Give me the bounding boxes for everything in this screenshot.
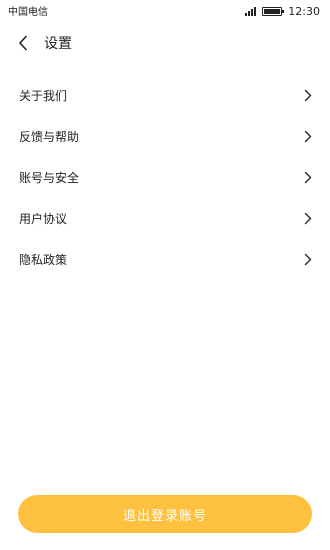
menu-item-label: 反馈与帮助 — [19, 130, 80, 144]
chevron-right-icon — [302, 130, 314, 144]
battery-icon — [262, 6, 285, 16]
menu-item-user-agreement[interactable]: 用户协议 — [0, 198, 330, 239]
menu-item-label: 用户协议 — [19, 212, 68, 226]
menu-item-account-security[interactable]: 账号与安全 — [0, 157, 330, 198]
settings-screen: 中国电信 12:30 设置 关于我们 反馈与帮助 账号与安全 用户协议 隐私政策… — [0, 0, 330, 550]
status-indicators: 12:30 — [245, 4, 320, 18]
signal-icon — [245, 6, 257, 16]
back-button[interactable] — [12, 32, 34, 54]
settings-menu: 关于我们 反馈与帮助 账号与安全 用户协议 隐私政策 — [0, 75, 330, 280]
menu-item-label: 关于我们 — [19, 89, 68, 103]
menu-item-privacy-policy[interactable]: 隐私政策 — [0, 239, 330, 280]
header: 设置 — [0, 28, 330, 58]
status-time: 12:30 — [288, 4, 320, 18]
menu-item-label: 账号与安全 — [19, 171, 80, 185]
menu-item-label: 隐私政策 — [19, 253, 68, 267]
status-bar: 中国电信 12:30 — [0, 0, 330, 22]
chevron-left-icon — [19, 35, 27, 51]
page-title: 设置 — [44, 36, 72, 52]
chevron-right-icon — [302, 89, 314, 103]
chevron-right-icon — [302, 212, 314, 226]
chevron-right-icon — [302, 253, 314, 267]
menu-item-about-us[interactable]: 关于我们 — [0, 75, 330, 116]
carrier-name: 中国电信 — [8, 7, 48, 18]
menu-item-feedback-help[interactable]: 反馈与帮助 — [0, 116, 330, 157]
chevron-right-icon — [302, 171, 314, 185]
logout-button[interactable]: 退出登录账号 — [18, 495, 312, 533]
